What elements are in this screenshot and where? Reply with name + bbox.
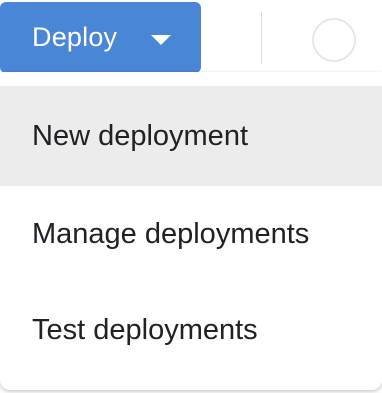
toolbar-divider: [261, 12, 262, 64]
menu-item-manage-deployments[interactable]: Manage deployments: [0, 184, 382, 284]
deploy-toolbar: Deploy New deployment Manage deployments…: [0, 0, 382, 393]
deploy-menu: New deployment Manage deployments Test d…: [0, 72, 382, 390]
deploy-button[interactable]: Deploy: [0, 2, 201, 73]
deploy-button-label: Deploy: [32, 22, 118, 52]
menu-item-label: Test deployments: [32, 313, 258, 346]
account-icon[interactable]: [312, 18, 356, 62]
menu-item-test-deployments[interactable]: Test deployments: [0, 280, 382, 380]
caret-down-icon: [151, 35, 171, 45]
menu-item-label: New deployment: [32, 119, 248, 152]
menu-item-new-deployment[interactable]: New deployment: [0, 86, 382, 186]
menu-item-label: Manage deployments: [32, 217, 310, 250]
